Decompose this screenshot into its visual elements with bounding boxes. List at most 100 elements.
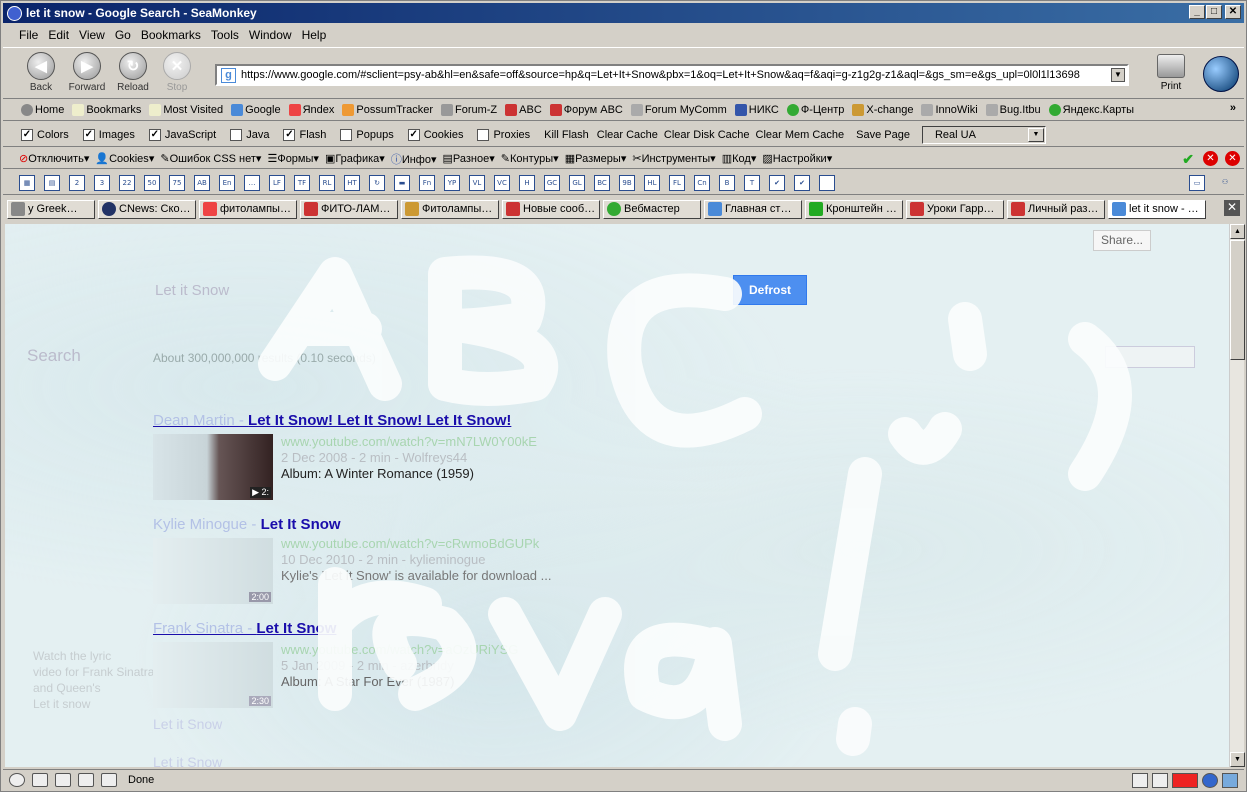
user-group-icon[interactable]: ⚇	[1217, 175, 1233, 191]
bookmark-forum-mycomm[interactable]: Forum MyComm	[630, 104, 727, 116]
tab-cnews[interactable]: CNews: Ско…	[98, 199, 196, 219]
maximize-button[interactable]: □	[1206, 5, 1222, 19]
tool-fn-icon[interactable]: Fn	[419, 174, 435, 191]
tool-vl-icon[interactable]: VL	[469, 174, 485, 191]
bookmark-most-visited[interactable]: Most Visited	[149, 104, 223, 116]
menu-edit[interactable]: Edit	[48, 28, 69, 42]
menu-sizes[interactable]: ▦Размеры▾	[565, 152, 627, 165]
result-url[interactable]: www.youtube.com/watch?v=aOzURiYSG	[281, 642, 518, 658]
checkbox-colors[interactable]: ✓ Colors	[21, 128, 69, 141]
close-toolbar-icon[interactable]: ✕	[1225, 151, 1240, 166]
tab-fitolampy-1[interactable]: фитолампы…	[199, 199, 297, 219]
bookmark-google[interactable]: Google	[231, 104, 281, 116]
url-dropdown-icon[interactable]: ▼	[1111, 68, 1125, 82]
composer-icon[interactable]	[55, 773, 71, 787]
bookmark-bookmarks[interactable]: Bookmarks	[72, 104, 141, 116]
check-box-icon[interactable]: ✔	[794, 174, 810, 191]
menu-file[interactable]: File	[19, 28, 38, 42]
connection-icon[interactable]	[1132, 773, 1148, 788]
seamonkey-throbber-icon[interactable]	[1203, 56, 1239, 92]
menu-settings-ru[interactable]: ▨Настройки▾	[762, 152, 832, 165]
bookmark-home[interactable]: Home	[21, 104, 64, 116]
tool-ellipsis-icon[interactable]: …	[244, 174, 260, 191]
checkbox-java[interactable]: Java	[230, 128, 269, 141]
vertical-scrollbar[interactable]: ▲ ▼	[1229, 224, 1245, 767]
tool-tf-icon[interactable]: TF	[294, 174, 310, 191]
empty-box-icon[interactable]	[819, 174, 835, 191]
webdev-status-icon[interactable]	[1222, 773, 1238, 788]
checkbox-images[interactable]: ✓ Images	[82, 128, 135, 141]
user-agent-select[interactable]: Real UA ▼	[921, 125, 1046, 144]
bookmark-forum-abc[interactable]: Форум ABC	[549, 104, 623, 116]
tool-gc-icon[interactable]: GC	[544, 174, 560, 191]
menu-misc[interactable]: ▤Разное▾	[443, 152, 495, 165]
tab-lessons[interactable]: Уроки Гарр…	[906, 199, 1004, 219]
clear-mem-cache-button[interactable]: Clear Mem Cache	[756, 129, 845, 141]
checkbox-proxies[interactable]: Proxies	[477, 128, 530, 141]
tool-yp-icon[interactable]: YP	[444, 174, 460, 191]
seamonkey-status-icon[interactable]	[1202, 773, 1218, 788]
bookmark-yandex[interactable]: Яndex	[288, 104, 334, 116]
bookmark-innowiki[interactable]: InnoWiki	[921, 104, 978, 116]
result-url[interactable]: www.youtube.com/watch?v=mN7LW0Y00kE	[281, 434, 537, 450]
bar-icon[interactable]: ▬	[394, 174, 410, 191]
menu-graphics[interactable]: ▣Графика▾	[325, 152, 385, 165]
tab-webmaster[interactable]: Вебмастер	[603, 199, 701, 219]
checkbox-javascript[interactable]: ✓ JavaScript	[148, 128, 216, 141]
bottom-result-link[interactable]: Let it Snow	[153, 754, 222, 767]
tool-fl-icon[interactable]: FL	[669, 174, 685, 191]
tool-t-icon[interactable]: T	[744, 174, 760, 191]
tool-ht-icon[interactable]: HT	[344, 174, 360, 191]
bookmark-bug-itbu[interactable]: Bug.Itbu	[985, 104, 1041, 116]
tool-vc-icon[interactable]: VC	[494, 174, 510, 191]
error-icon[interactable]: ✕	[1203, 151, 1218, 166]
close-tab-icon[interactable]: ✕	[1224, 200, 1240, 216]
menu-info[interactable]: ⓘИнфо▾	[391, 151, 437, 167]
video-thumbnail[interactable]: ▶ 2:	[153, 434, 273, 500]
defrost-button[interactable]: Defrost	[733, 275, 807, 305]
result-title-link[interactable]: Frank Sinatra - Let It Snow	[153, 620, 336, 637]
menu-help[interactable]: Help	[302, 28, 327, 42]
menu-forms[interactable]: ☰Формы▾	[267, 152, 318, 165]
menu-cookies[interactable]: 👤Cookies▾	[95, 152, 154, 165]
layout-list-icon[interactable]: ▤	[44, 174, 60, 191]
minimize-button[interactable]: _	[1189, 5, 1205, 19]
tab-new-messages[interactable]: Новые сооб…	[502, 199, 600, 219]
checkmark-icon[interactable]: ✔	[1182, 151, 1194, 168]
tool-2-icon[interactable]: 2	[69, 174, 85, 191]
checkbox-cookies[interactable]: ✓ Cookies	[407, 128, 463, 141]
more-results-link[interactable]: Let it Snow	[153, 716, 222, 732]
menu-tools-ru[interactable]: ✂Инструменты▾	[632, 152, 715, 165]
settings-button[interactable]	[1105, 346, 1195, 368]
tab-personal[interactable]: Личный раз…	[1007, 199, 1105, 219]
popup-icon[interactable]	[1152, 773, 1168, 788]
tool-cn-icon[interactable]: Cn	[694, 174, 710, 191]
tool-bc-icon[interactable]: BC	[594, 174, 610, 191]
tool-hl-icon[interactable]: HL	[644, 174, 660, 191]
close-button[interactable]: ✕	[1225, 5, 1241, 19]
menu-code[interactable]: ▥Код▾	[722, 152, 757, 165]
menu-tools[interactable]: Tools	[211, 28, 239, 42]
tool-22-icon[interactable]: 22	[119, 174, 135, 191]
video-thumbnail[interactable]: 2:30	[153, 642, 273, 708]
result-url[interactable]: www.youtube.com/watch?v=cRwmoBdGUPk	[281, 536, 551, 552]
back-button[interactable]: ◀ Back	[21, 52, 61, 93]
bookmark-abc[interactable]: ABC	[505, 104, 542, 116]
tab-fitolampy-2[interactable]: Фитолампы…	[401, 199, 499, 219]
tool-en-icon[interactable]: En	[219, 174, 235, 191]
share-button[interactable]: Share...	[1093, 230, 1151, 251]
bookmark-forum-z[interactable]: Forum-Z	[440, 104, 497, 116]
bookmark-x-change[interactable]: X-change	[852, 104, 913, 116]
tool-50-icon[interactable]: 50	[144, 174, 160, 191]
check-box-icon[interactable]: ✔	[769, 174, 785, 191]
forward-button[interactable]: ▶ Forward	[67, 52, 107, 93]
tool-ab-icon[interactable]: AB	[194, 174, 210, 191]
tab-fito-lamp[interactable]: ФИТО-ЛАМ…	[300, 199, 398, 219]
result-title-link[interactable]: Kylie Minogue - Let It Snow	[153, 516, 341, 533]
bookmark-yandex-maps[interactable]: Яндекс.Карты	[1048, 104, 1134, 116]
scroll-up-icon[interactable]: ▲	[1230, 224, 1245, 239]
checkbox-flash[interactable]: ✓ Flash	[283, 128, 326, 141]
print-button[interactable]: Print	[1151, 54, 1191, 92]
address-book-icon[interactable]	[78, 773, 94, 787]
layout-grid-icon[interactable]: ▦	[19, 174, 35, 191]
